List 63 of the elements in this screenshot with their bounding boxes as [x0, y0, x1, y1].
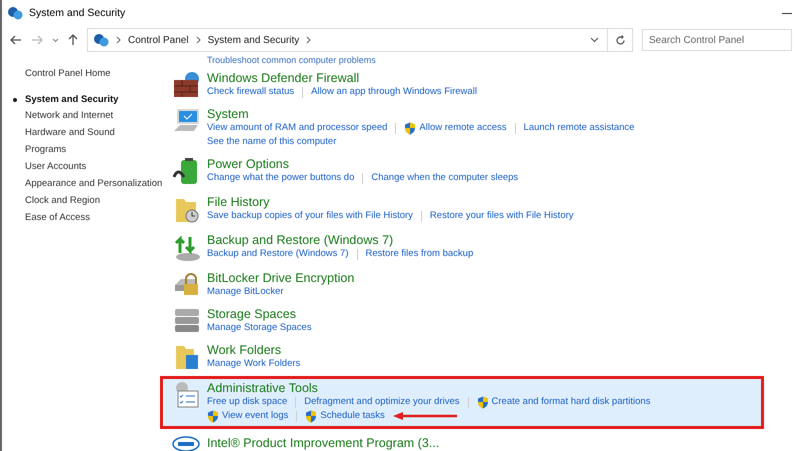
link[interactable]: Check firewall status — [207, 85, 294, 99]
section-title[interactable]: File History — [207, 195, 574, 209]
chevron-icon[interactable] — [306, 36, 312, 44]
link[interactable]: View event logs — [222, 409, 288, 423]
link[interactable]: Defragment and optimize your drives — [304, 395, 460, 409]
link[interactable]: Manage BitLocker — [207, 285, 284, 299]
link[interactable]: Restore files from backup — [366, 247, 474, 261]
intel-logo-icon — [172, 436, 200, 451]
sidebar-item[interactable]: Ease of Access — [12, 209, 90, 226]
link[interactable]: Create and format hard disk partitions — [492, 395, 650, 409]
backup-drive-icon — [172, 233, 202, 263]
breadcrumb[interactable]: System and Security — [208, 34, 300, 46]
sidebar-item[interactable]: Network and Internet — [12, 108, 114, 125]
link[interactable]: Allow remote access — [419, 121, 507, 135]
link[interactable]: Schedule tasks — [320, 409, 385, 423]
section-title[interactable]: Work Folders — [207, 343, 300, 357]
back-icon[interactable] — [10, 35, 22, 45]
chevron-icon[interactable] — [196, 36, 201, 44]
link[interactable]: View amount of RAM and processor speed — [207, 121, 388, 135]
up-icon[interactable] — [68, 34, 78, 46]
search-field[interactable]: Search Control Panel — [642, 29, 792, 51]
link[interactable]: Save backup copies of your files with File History — [207, 209, 413, 223]
dropdown-icon[interactable] — [590, 37, 599, 43]
sidebar-item[interactable]: Appearance and Personalization — [12, 175, 162, 192]
refresh-icon — [614, 34, 626, 46]
sidebar-link[interactable]: Control Panel Home — [25, 68, 111, 79]
link[interactable]: Change what the power buttons do — [207, 171, 354, 185]
refresh-button[interactable] — [607, 28, 633, 52]
section-title[interactable]: Windows Defender Firewall — [207, 71, 477, 85]
sidebar-item[interactable]: Clock and Region — [12, 192, 100, 210]
chevron-icon[interactable] — [116, 36, 121, 44]
link[interactable]: Launch remote assistance — [524, 121, 634, 135]
computer-icon — [172, 107, 202, 133]
section-title[interactable]: Intel® Product Improvement Program (3... — [207, 436, 440, 450]
breadcrumb[interactable]: Control Panel — [128, 34, 189, 46]
sidebar-item[interactable]: Programs — [12, 142, 66, 158]
section-title[interactable]: BitLocker Drive Encryption — [207, 271, 354, 285]
address-bar[interactable]: Control Panel System and Security — [87, 28, 608, 52]
pointer-arrow — [392, 412, 457, 420]
link[interactable]: Backup and Restore (Windows 7) — [207, 247, 349, 261]
link[interactable]: Troubleshoot common computer problems — [164, 55, 800, 65]
section-title[interactable]: Storage Spaces — [207, 307, 312, 321]
minimize-icon[interactable] — [782, 12, 792, 14]
section-title[interactable]: Backup and Restore (Windows 7) — [207, 233, 474, 247]
link[interactable]: Free up disk space — [207, 395, 288, 409]
drive-stack-icon — [172, 307, 202, 335]
control-panel-icon — [93, 33, 109, 47]
link[interactable]: Manage Storage Spaces — [207, 321, 312, 335]
control-panel-icon — [7, 6, 23, 20]
link[interactable]: See the name of this computer — [207, 135, 336, 149]
sidebar-item[interactable]: System and Security — [12, 91, 118, 108]
section-title[interactable]: Power Options — [207, 157, 518, 171]
dropdown-icon[interactable] — [52, 38, 59, 42]
section-title[interactable]: System — [207, 107, 634, 121]
link[interactable]: Allow an app through Windows Firewall — [311, 85, 477, 99]
link[interactable]: Restore your files with File History — [430, 209, 574, 223]
sidebar-item[interactable]: Hardware and Sound — [12, 124, 115, 142]
section-title[interactable]: Administrative Tools — [207, 381, 650, 395]
link[interactable]: Change when the computer sleeps — [371, 171, 518, 185]
link[interactable]: Manage Work Folders — [207, 357, 300, 371]
window-title: System and Security — [29, 7, 126, 19]
sidebar-item[interactable]: User Accounts — [12, 158, 86, 176]
brick-wall-icon — [172, 71, 202, 99]
